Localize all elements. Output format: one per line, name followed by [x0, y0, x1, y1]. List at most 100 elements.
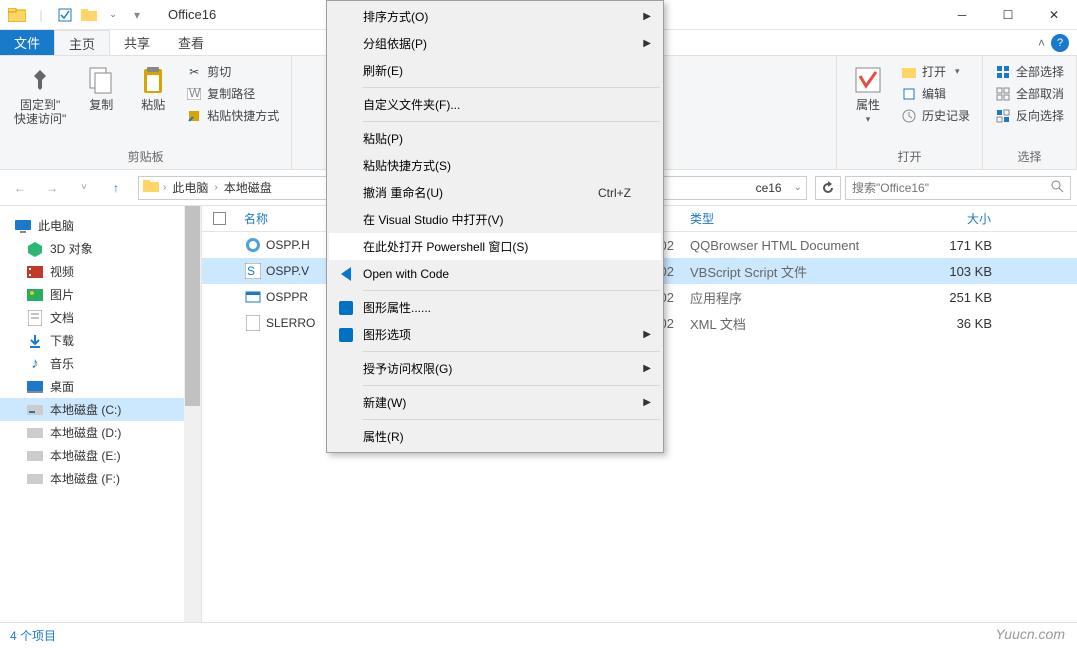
maximize-button[interactable]: ☐: [985, 0, 1031, 30]
drive-icon: [26, 425, 44, 441]
tree-drive-d[interactable]: 本地磁盘 (D:): [0, 421, 201, 444]
edit-icon: [901, 86, 917, 102]
scrollbar-thumb[interactable]: [185, 206, 200, 406]
tab-share[interactable]: 共享: [110, 30, 164, 55]
vscode-icon: [335, 263, 357, 285]
drive-icon: [26, 471, 44, 487]
tree-drive-e[interactable]: 本地磁盘 (E:): [0, 444, 201, 467]
tree-downloads[interactable]: 下载: [0, 329, 201, 352]
menu-separator: [363, 351, 660, 352]
recent-dropdown[interactable]: ˅: [70, 176, 98, 200]
back-button[interactable]: ←: [6, 176, 34, 200]
properties-button[interactable]: 属性 ▾: [845, 60, 891, 129]
invert-icon: [995, 108, 1011, 124]
tree-desktop[interactable]: 桌面: [0, 375, 201, 398]
tree-documents[interactable]: 文档: [0, 306, 201, 329]
chevron-right-icon: ▶: [643, 329, 651, 340]
crumb-end: ce16: [754, 181, 784, 195]
close-button[interactable]: ✕: [1031, 0, 1077, 30]
menu-separator: [363, 87, 660, 88]
chevron-right-icon[interactable]: ›: [214, 182, 217, 193]
chevron-right-icon[interactable]: ›: [163, 182, 166, 193]
cm-refresh[interactable]: 刷新(E): [329, 57, 661, 84]
tree-pictures[interactable]: 图片: [0, 283, 201, 306]
html-file-icon: [244, 236, 262, 254]
tab-home[interactable]: 主页: [54, 30, 110, 55]
tree-videos[interactable]: 视频: [0, 260, 201, 283]
cm-groupby[interactable]: 分组依据(P)▶: [329, 30, 661, 57]
downloads-icon: [26, 333, 44, 349]
tree-this-pc[interactable]: 此电脑: [0, 214, 201, 237]
cm-open-vs[interactable]: 在 Visual Studio 中打开(V): [329, 206, 661, 233]
cm-graphics-props[interactable]: 图形属性......: [329, 294, 661, 321]
window-controls: ─ ☐ ✕: [939, 0, 1077, 30]
crumb-drive[interactable]: 本地磁盘: [222, 179, 274, 196]
tree-drive-c[interactable]: 本地磁盘 (C:): [0, 398, 201, 421]
window-title: Office16: [168, 7, 216, 22]
cut-button[interactable]: ✂剪切: [182, 62, 283, 81]
select-none-button[interactable]: 全部取消: [991, 84, 1068, 103]
cm-customize[interactable]: 自定义文件夹(F)...: [329, 91, 661, 118]
column-type[interactable]: 类型: [682, 210, 904, 227]
search-icon[interactable]: [1050, 179, 1064, 196]
column-size[interactable]: 大小: [904, 210, 1000, 227]
cm-paste-shortcut[interactable]: 粘贴快捷方式(S): [329, 152, 661, 179]
tree-drive-f[interactable]: 本地磁盘 (F:): [0, 467, 201, 490]
edit-button[interactable]: 编辑: [897, 84, 974, 103]
tree-3d-objects[interactable]: 3D 对象: [0, 237, 201, 260]
cm-undo[interactable]: 撤消 重命名(U)Ctrl+Z: [329, 179, 661, 206]
history-button[interactable]: 历史记录: [897, 106, 974, 125]
cm-grant-access[interactable]: 授予访问权限(G)▶: [329, 355, 661, 382]
up-button[interactable]: ↑: [102, 176, 130, 200]
checkbox-icon[interactable]: [54, 4, 76, 26]
qat-dropdown-icon[interactable]: ⌄: [102, 4, 124, 26]
paste-shortcut-button[interactable]: 粘贴快捷方式: [182, 106, 283, 125]
cm-graphics-opts[interactable]: 图形选项▶: [329, 321, 661, 348]
minimize-button[interactable]: ─: [939, 0, 985, 30]
dropdown-icon[interactable]: ⌄: [794, 182, 802, 193]
scrollbar-vertical[interactable]: [184, 206, 201, 622]
search-input[interactable]: [852, 181, 1050, 195]
cm-properties[interactable]: 属性(R): [329, 423, 661, 450]
cm-open-powershell[interactable]: 在此处打开 Powershell 窗口(S): [329, 233, 661, 260]
drive-icon: [26, 402, 44, 418]
paste-button[interactable]: 粘贴: [130, 60, 176, 116]
copy-button[interactable]: 复制: [78, 60, 124, 116]
copy-path-button[interactable]: W复制路径: [182, 84, 283, 103]
navigation-pane: 此电脑 3D 对象 视频 图片 文档 下载 ♪音乐 桌面 本地磁盘 (C:) 本…: [0, 206, 202, 622]
checkbox-header[interactable]: [202, 212, 236, 225]
item-count: 4 个项目: [10, 627, 56, 644]
qat-overflow-icon[interactable]: ▾: [126, 4, 148, 26]
cm-new[interactable]: 新建(W)▶: [329, 389, 661, 416]
crumb-thispc[interactable]: 此电脑: [170, 179, 210, 196]
copy-icon: [85, 64, 117, 96]
folder-small-icon[interactable]: [78, 4, 100, 26]
refresh-button[interactable]: [815, 176, 841, 200]
ribbon-collapse-icon[interactable]: ˄: [1038, 36, 1045, 50]
menu-separator: [363, 419, 660, 420]
pin-button[interactable]: 固定到" 快速访问": [8, 60, 72, 131]
pin-icon: [24, 64, 56, 96]
svg-text:S: S: [247, 264, 255, 278]
ribbon-group-clipboard: 固定到" 快速访问" 复制 粘贴 ✂剪切 W复制路径 粘贴快捷方式 剪贴板: [0, 56, 292, 169]
folder-icon: [6, 4, 28, 26]
selectall-icon: [995, 64, 1011, 80]
open-button[interactable]: 打开▾: [897, 62, 974, 81]
music-icon: ♪: [26, 356, 44, 372]
tab-view[interactable]: 查看: [164, 30, 218, 55]
select-all-button[interactable]: 全部选择: [991, 62, 1068, 81]
help-icon[interactable]: ?: [1051, 34, 1069, 52]
tree-music[interactable]: ♪音乐: [0, 352, 201, 375]
forward-button[interactable]: →: [38, 176, 66, 200]
search-box[interactable]: [845, 176, 1071, 200]
folder-icon: [143, 180, 159, 195]
exe-file-icon: [244, 288, 262, 306]
status-bar: 4 个项目: [0, 622, 1077, 648]
cube-icon: [26, 241, 44, 257]
invert-selection-button[interactable]: 反向选择: [991, 106, 1068, 125]
cm-paste[interactable]: 粘贴(P): [329, 125, 661, 152]
cm-open-code[interactable]: Open with Code: [329, 260, 661, 287]
properties-icon: [852, 64, 884, 96]
cm-sort[interactable]: 排序方式(O)▶: [329, 3, 661, 30]
tab-file[interactable]: 文件: [0, 30, 54, 55]
